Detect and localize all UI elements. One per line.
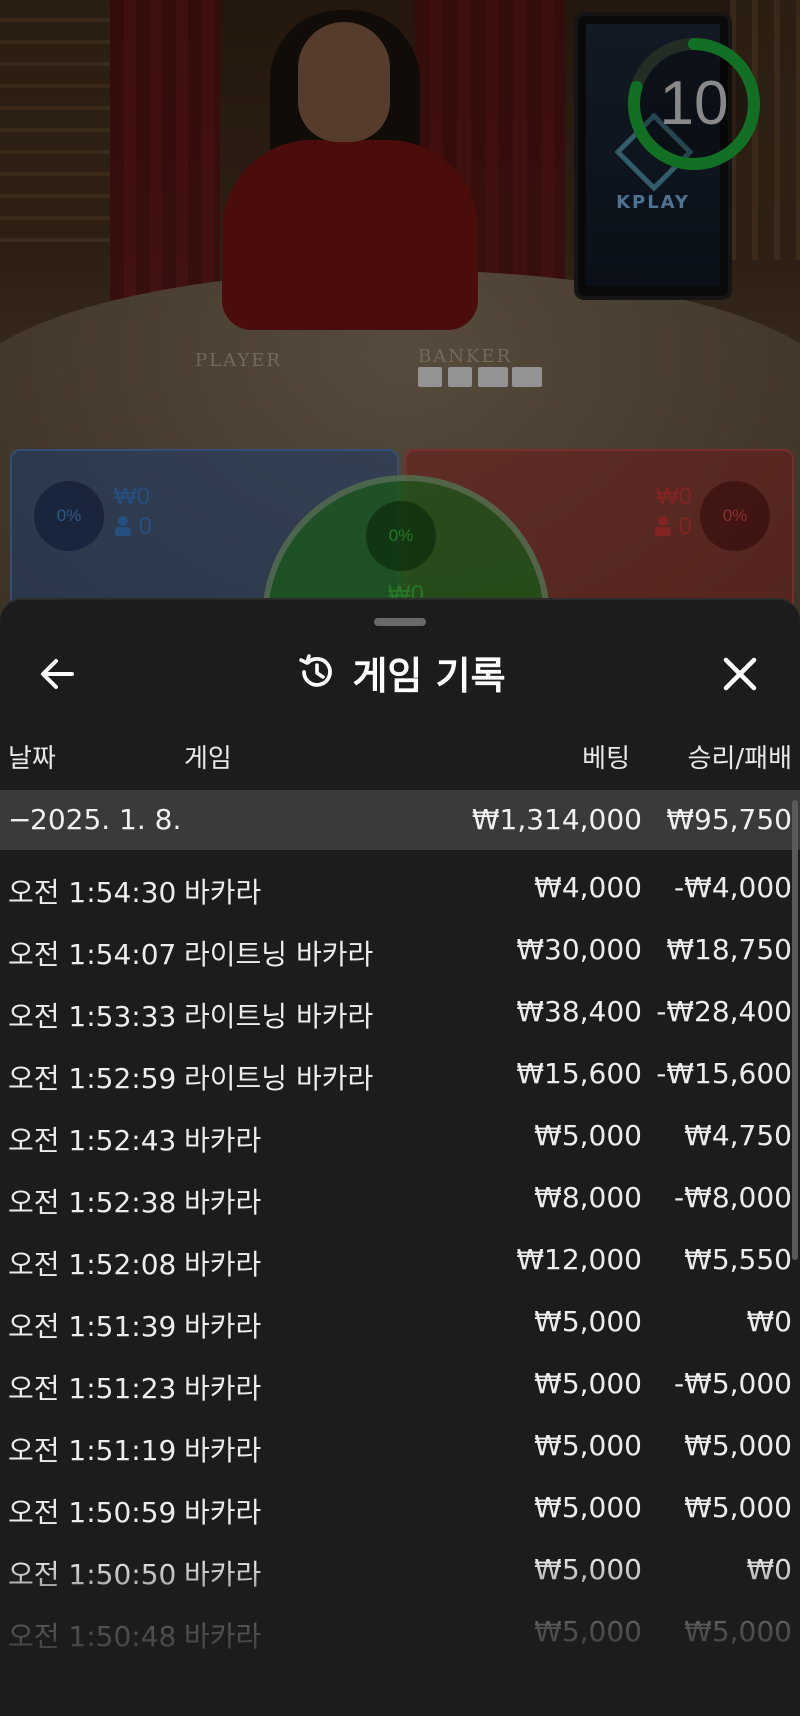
row-game: 바카라 xyxy=(184,1310,262,1343)
row-time: 오전 1:52:59 xyxy=(8,1062,177,1095)
row-game: 바카라 xyxy=(184,1372,262,1405)
row-result: -₩15,600 xyxy=(656,1057,792,1090)
drag-handle[interactable] xyxy=(374,618,426,626)
close-button[interactable] xyxy=(712,648,768,700)
row-result: ₩18,750 xyxy=(666,933,792,966)
row-bet: ₩8,000 xyxy=(534,1181,642,1214)
sheet-title-group: 게임 기록 xyxy=(0,636,800,708)
history-row[interactable]: 오전 1:51:39 바카라 ₩5,000 ₩0 xyxy=(0,1292,800,1354)
row-time: 오전 1:51:23 xyxy=(8,1372,177,1405)
column-bet: 베팅 xyxy=(582,744,630,774)
row-time: 오전 1:54:30 xyxy=(8,876,177,909)
row-game: 바카라 xyxy=(184,1124,262,1157)
row-bet: ₩4,000 xyxy=(534,871,642,904)
row-result: ₩0 xyxy=(746,1305,793,1338)
row-time: 오전 1:52:38 xyxy=(8,1186,177,1219)
row-game: 바카라 xyxy=(184,1248,262,1281)
bottom-fade xyxy=(0,1556,800,1716)
close-icon xyxy=(723,657,757,691)
row-bet: ₩38,400 xyxy=(516,995,642,1028)
row-game: 라이트닝 바카라 xyxy=(184,938,374,971)
column-date: 날짜 xyxy=(8,744,56,774)
group-date: 2025. 1. 8. xyxy=(30,803,182,836)
history-row[interactable]: 오전 1:51:23 바카라 ₩5,000 -₩5,000 xyxy=(0,1354,800,1416)
row-bet: ₩5,000 xyxy=(534,1491,642,1524)
row-time: 오전 1:52:08 xyxy=(8,1248,177,1281)
row-time: 오전 1:51:39 xyxy=(8,1310,177,1343)
history-row[interactable]: 오전 1:54:07 라이트닝 바카라 ₩30,000 ₩18,750 xyxy=(0,920,800,982)
history-row[interactable]: 오전 1:50:59 바카라 ₩5,000 ₩5,000 xyxy=(0,1478,800,1540)
game-history-sheet: 게임 기록 날짜 게임 베팅 승리/패배 − 2025. 1. 8. ₩1,31… xyxy=(0,600,800,1716)
row-result: ₩5,550 xyxy=(684,1243,792,1276)
history-row[interactable]: 오전 1:54:30 바카라 ₩4,000 -₩4,000 xyxy=(0,858,800,920)
row-time: 오전 1:51:19 xyxy=(8,1434,177,1467)
modal-backdrop[interactable] xyxy=(0,0,800,620)
row-game: 바카라 xyxy=(184,876,262,909)
history-icon xyxy=(299,654,333,687)
history-row[interactable]: 오전 1:52:38 바카라 ₩8,000 -₩8,000 xyxy=(0,1168,800,1230)
group-total-bet: ₩1,314,000 xyxy=(471,803,642,836)
row-result: -₩5,000 xyxy=(674,1367,792,1400)
row-result: ₩5,000 xyxy=(684,1491,792,1524)
row-bet: ₩5,000 xyxy=(534,1367,642,1400)
row-time: 오전 1:54:07 xyxy=(8,938,177,971)
row-game: 라이트닝 바카라 xyxy=(184,1062,374,1095)
row-bet: ₩5,000 xyxy=(534,1429,642,1462)
row-game: 바카라 xyxy=(184,1496,262,1529)
history-row[interactable]: 오전 1:52:43 바카라 ₩5,000 ₩4,750 xyxy=(0,1106,800,1168)
row-bet: ₩12,000 xyxy=(516,1243,642,1276)
history-row[interactable]: 오전 1:52:08 바카라 ₩12,000 ₩5,550 xyxy=(0,1230,800,1292)
column-game: 게임 xyxy=(184,744,232,774)
row-result: ₩5,000 xyxy=(684,1429,792,1462)
history-row[interactable]: 오전 1:52:59 라이트닝 바카라 ₩15,600 -₩15,600 xyxy=(0,1044,800,1106)
table-header: 날짜 게임 베팅 승리/패배 xyxy=(0,728,800,784)
row-game: 라이트닝 바카라 xyxy=(184,1000,374,1033)
row-bet: ₩30,000 xyxy=(516,933,642,966)
collapse-marker: − xyxy=(8,803,32,836)
row-time: 오전 1:53:33 xyxy=(8,1000,177,1033)
row-result: ₩4,750 xyxy=(684,1119,792,1152)
sheet-header: 게임 기록 xyxy=(0,636,800,708)
sheet-title: 게임 기록 xyxy=(352,653,506,698)
row-result: -₩8,000 xyxy=(674,1181,792,1214)
history-rows: 오전 1:54:30 바카라 ₩4,000 -₩4,000 오전 1:54:07 라이트닝… xyxy=(0,858,800,1664)
group-total-result: ₩95,750 xyxy=(666,803,792,836)
row-bet: ₩15,600 xyxy=(516,1057,642,1090)
row-game: 바카라 xyxy=(184,1434,262,1467)
row-game: 바카라 xyxy=(184,1186,262,1219)
date-group-row[interactable]: − 2025. 1. 8. ₩1,314,000 ₩95,750 xyxy=(0,790,800,850)
row-result: -₩4,000 xyxy=(674,871,792,904)
history-row[interactable]: 오전 1:51:19 바카라 ₩5,000 ₩5,000 xyxy=(0,1416,800,1478)
scrollbar[interactable] xyxy=(792,800,798,1260)
row-result: -₩28,400 xyxy=(656,995,792,1028)
live-video-feed: PLAYER BANKER KPLAY 10 0% ₩0 0 0% ₩0 0 0… xyxy=(0,0,800,620)
row-time: 오전 1:52:43 xyxy=(8,1124,177,1157)
row-bet: ₩5,000 xyxy=(534,1119,642,1152)
row-time: 오전 1:50:59 xyxy=(8,1496,177,1529)
row-bet: ₩5,000 xyxy=(534,1305,642,1338)
column-result: 승리/패배 xyxy=(687,744,792,774)
history-row[interactable]: 오전 1:53:33 라이트닝 바카라 ₩38,400 -₩28,400 xyxy=(0,982,800,1044)
